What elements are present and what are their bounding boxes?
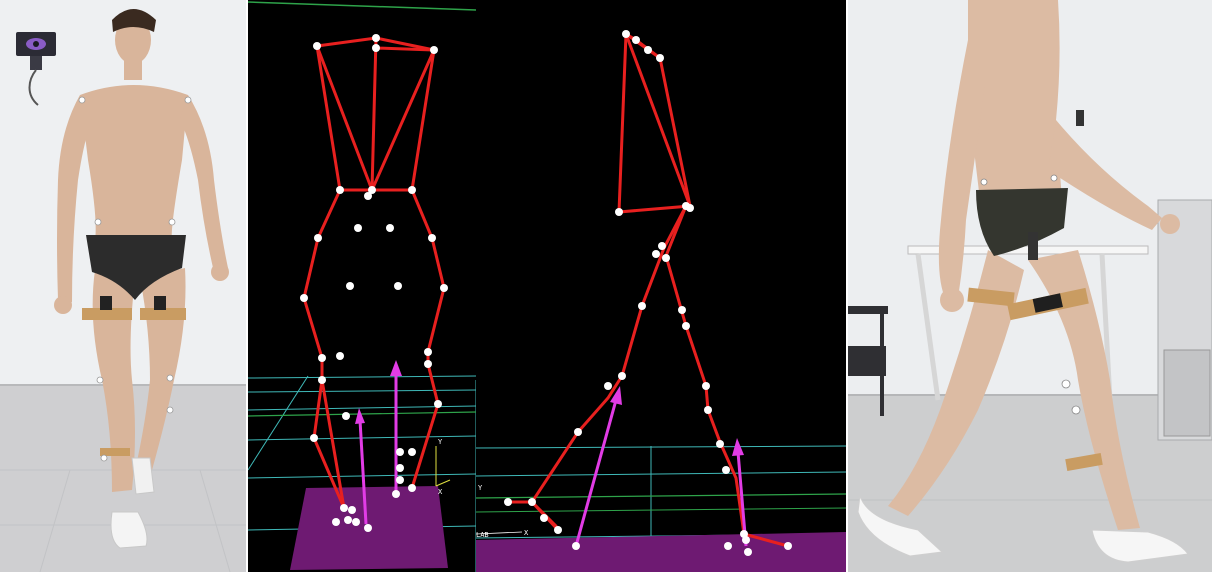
- lab-label: LAB: [476, 531, 489, 539]
- sagittal-video-frame: [848, 0, 1212, 572]
- frontal-3d-skeleton-view: Y X: [248, 0, 476, 572]
- frontal-video-frame: [0, 0, 246, 572]
- sagittal-3d-skeleton-view: Y LAB X: [476, 0, 846, 572]
